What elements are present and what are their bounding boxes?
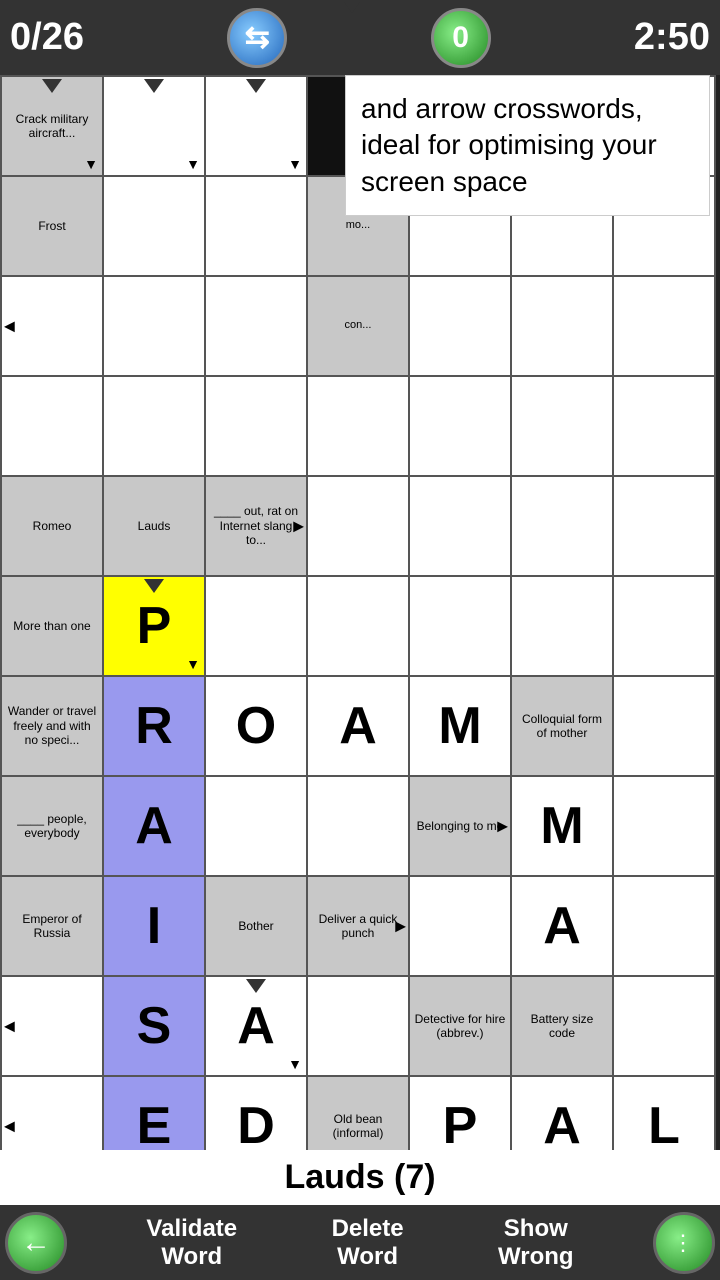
cell-r6c2[interactable]: P — [104, 577, 206, 677]
cell-r5c2[interactable]: Lauds — [104, 477, 206, 577]
cell-r8c7[interactable] — [614, 777, 716, 877]
cell-r4c6[interactable] — [512, 377, 614, 477]
toolbar: ← Validate Word Delete Word Show Wrong ⋮ — [0, 1205, 720, 1280]
swap-button[interactable] — [227, 8, 287, 68]
cell-r7c4[interactable]: A — [308, 677, 410, 777]
cell-r8c1[interactable]: ____ people, everybody — [2, 777, 104, 877]
cell-r6c5[interactable] — [410, 577, 512, 677]
cell-r4c1[interactable] — [2, 377, 104, 477]
cell-r5c6[interactable] — [512, 477, 614, 577]
cell-r1c3[interactable] — [206, 77, 308, 177]
cell-r10c7[interactable] — [614, 977, 716, 1077]
show-wrong-button[interactable]: Show Wrong — [483, 1210, 589, 1276]
cell-r5c5[interactable] — [410, 477, 512, 577]
cell-r7c5[interactable]: M — [410, 677, 512, 777]
dots-icon: ⋮ — [672, 1230, 696, 1256]
cell-r3c1[interactable] — [2, 277, 104, 377]
cell-r3c4[interactable]: con... — [308, 277, 410, 377]
tooltip: and arrow crosswords, ideal for optimisi… — [345, 75, 710, 216]
cell-r9c6[interactable]: A — [512, 877, 614, 977]
cell-r1c2[interactable] — [104, 77, 206, 177]
cell-r6c3[interactable] — [206, 577, 308, 677]
cell-r8c2[interactable]: A — [104, 777, 206, 877]
cell-r5c1[interactable]: Romeo — [2, 477, 104, 577]
cell-r6c1[interactable]: More than one — [2, 577, 104, 677]
cell-r10c6[interactable]: Battery size code — [512, 977, 614, 1077]
cell-r6c7[interactable] — [614, 577, 716, 677]
cell-r2c3[interactable] — [206, 177, 308, 277]
back-button[interactable]: ← — [5, 1212, 67, 1274]
timer-display: 2:50 — [634, 16, 710, 59]
cell-r10c4[interactable] — [308, 977, 410, 1077]
menu-button[interactable]: ⋮ — [653, 1212, 715, 1274]
word-display: Lauds (7) — [0, 1150, 720, 1205]
cell-r7c3[interactable]: O — [206, 677, 308, 777]
cell-r10c3[interactable]: A — [206, 977, 308, 1077]
back-arrow-icon: ← — [21, 1226, 51, 1260]
cell-r9c2[interactable]: I — [104, 877, 206, 977]
cell-r9c1[interactable]: Emperor of Russia — [2, 877, 104, 977]
cell-r9c4[interactable]: Deliver a quick punch — [308, 877, 410, 977]
score-display: 0/26 — [10, 16, 84, 59]
delete-word-button[interactable]: Delete Word — [317, 1210, 419, 1276]
cell-r8c5[interactable]: Belonging to me — [410, 777, 512, 877]
crossword-grid: Crack military aircraft... Frost mo... — [0, 75, 716, 1077]
cell-r3c3[interactable] — [206, 277, 308, 377]
grid-area: Crack military aircraft... Frost mo... — [0, 75, 720, 1205]
cell-r4c4[interactable] — [308, 377, 410, 477]
cell-r5c3[interactable]: ____ out, rat on Internet slang to... — [206, 477, 308, 577]
cell-r9c3[interactable]: Bother — [206, 877, 308, 977]
cell-r2c2[interactable] — [104, 177, 206, 277]
cell-r7c7[interactable] — [614, 677, 716, 777]
cell-r4c5[interactable] — [410, 377, 512, 477]
cell-r6c4[interactable] — [308, 577, 410, 677]
cell-r10c2[interactable]: S — [104, 977, 206, 1077]
cell-r8c3[interactable] — [206, 777, 308, 877]
header: 0/26 0 2:50 — [0, 0, 720, 75]
cell-r7c6[interactable]: Colloquial form of mother — [512, 677, 614, 777]
cell-r4c2[interactable] — [104, 377, 206, 477]
cell-r1c1[interactable]: Crack military aircraft... — [2, 77, 104, 177]
cell-r7c2[interactable]: R — [104, 677, 206, 777]
cell-r9c5[interactable] — [410, 877, 512, 977]
zero-button[interactable]: 0 — [431, 8, 491, 68]
cell-r3c6[interactable] — [512, 277, 614, 377]
cell-r3c2[interactable] — [104, 277, 206, 377]
cell-r10c1[interactable] — [2, 977, 104, 1077]
cell-r4c3[interactable] — [206, 377, 308, 477]
cell-r10c5[interactable]: Detective for hire (abbrev.) — [410, 977, 512, 1077]
validate-word-button[interactable]: Validate Word — [131, 1210, 252, 1276]
cell-r5c4[interactable] — [308, 477, 410, 577]
cell-r6c6[interactable] — [512, 577, 614, 677]
cell-r8c4[interactable] — [308, 777, 410, 877]
cell-r7c1[interactable]: Wander or travel freely and with no spec… — [2, 677, 104, 777]
cell-r4c7[interactable] — [614, 377, 716, 477]
cell-r3c5[interactable] — [410, 277, 512, 377]
cell-r3c7[interactable] — [614, 277, 716, 377]
cell-r5c7[interactable] — [614, 477, 716, 577]
cell-r8c6[interactable]: M — [512, 777, 614, 877]
cell-r9c7[interactable] — [614, 877, 716, 977]
cell-r2c1[interactable]: Frost — [2, 177, 104, 277]
